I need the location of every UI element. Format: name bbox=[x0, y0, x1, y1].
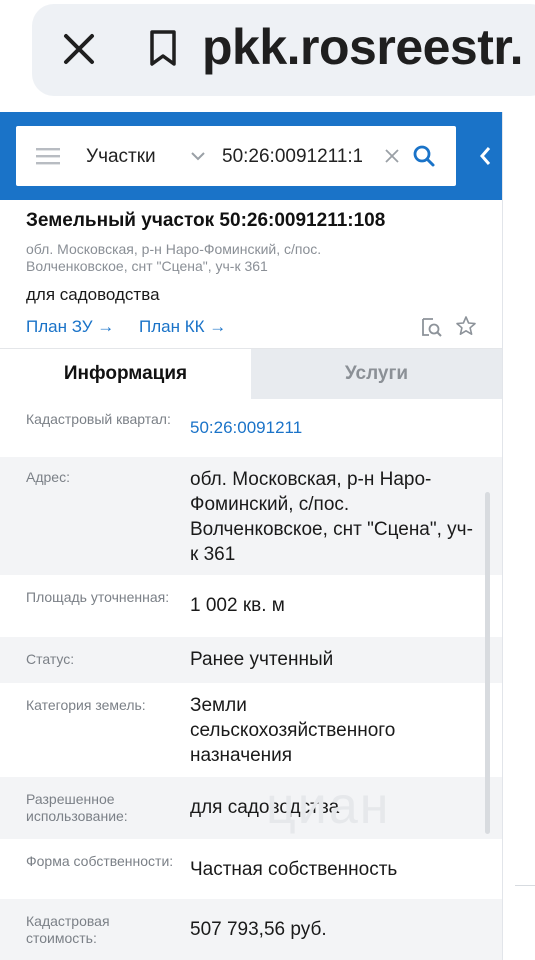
row-cadastral-quarter: Кадастровый квартал: 50:26:0091211 bbox=[0, 399, 502, 457]
bookmark-icon[interactable] bbox=[146, 28, 180, 68]
search-bar: Участки 50:26:0091211:108 bbox=[16, 126, 456, 186]
info-panel: Участки 50:26:0091211:108 Земельный учас… bbox=[0, 112, 502, 960]
row-value: 507 793,56 руб. bbox=[190, 919, 327, 940]
tab-services[interactable]: Услуги bbox=[251, 349, 502, 399]
row-label: Кадастровый квартал: bbox=[26, 411, 171, 427]
row-value: Земли сельскохозяйственного назначения bbox=[190, 695, 396, 766]
row-ownership: Форма собственности: Частная собственнос… bbox=[0, 839, 502, 899]
row-value: Ранее учтенный bbox=[190, 649, 334, 670]
watermark: циан bbox=[266, 777, 391, 835]
search-icon[interactable] bbox=[412, 144, 436, 168]
row-cadastral-value: Кадастровая стоимость: 507 793,56 руб. bbox=[0, 899, 502, 960]
parcel-address: обл. Московская, р-н Наро-Фоминский, с/п… bbox=[26, 241, 322, 274]
row-label: Разрешенное использование: bbox=[26, 791, 128, 824]
row-label: Площадь уточненная: bbox=[26, 589, 170, 605]
search-header: Участки 50:26:0091211:108 bbox=[0, 112, 502, 200]
plan-zu-link[interactable]: План ЗУ → bbox=[26, 317, 114, 337]
tab-information[interactable]: Информация bbox=[0, 349, 251, 399]
search-input[interactable]: 50:26:0091211:108 bbox=[222, 146, 362, 168]
parcel-use: для садоводства bbox=[26, 285, 160, 304]
row-label: Категория земель: bbox=[26, 697, 146, 713]
row-permitted-use: Разрешенное использование: для садоводст… bbox=[0, 777, 502, 839]
divider bbox=[515, 885, 535, 886]
row-address: Адрес: обл. Московская, р-н Наро-Фоминск… bbox=[0, 457, 502, 575]
page-background-edge bbox=[502, 112, 535, 960]
row-label: Форма собственности: bbox=[26, 853, 174, 869]
close-icon[interactable] bbox=[60, 30, 98, 68]
plan-kk-link[interactable]: План КК → bbox=[139, 317, 226, 337]
row-value: 1 002 кв. м bbox=[190, 595, 285, 616]
row-value: обл. Московская, р-н Наро-Фоминский, с/п… bbox=[190, 469, 473, 565]
chevron-left-icon[interactable] bbox=[476, 142, 496, 170]
browser-toolbar: pkk.rosreestr. bbox=[0, 0, 535, 112]
row-value: Частная собственность bbox=[190, 859, 398, 880]
search-type-select[interactable]: Участки bbox=[86, 146, 156, 168]
row-label: Кадастровая стоимость: bbox=[26, 913, 110, 946]
cadastral-quarter-link[interactable]: 50:26:0091211 bbox=[190, 415, 480, 440]
url-text[interactable]: pkk.rosreestr. bbox=[202, 18, 523, 76]
hamburger-icon[interactable] bbox=[36, 146, 60, 166]
scrollbar[interactable] bbox=[485, 492, 490, 834]
parcel-title: Земельный участок 50:26:0091211:108 bbox=[26, 210, 386, 231]
preview-icon[interactable] bbox=[420, 316, 442, 338]
chevron-down-icon[interactable] bbox=[190, 150, 206, 162]
clear-icon[interactable] bbox=[384, 148, 400, 164]
row-label: Статус: bbox=[26, 651, 75, 667]
row-status: Статус: Ранее учтенный bbox=[0, 637, 502, 683]
row-label: Адрес: bbox=[26, 469, 70, 485]
row-land-category: Категория земель: Земли сельскохозяйстве… bbox=[0, 683, 502, 777]
row-area: Площадь уточненная: 1 002 кв. м bbox=[0, 575, 502, 637]
address-bar[interactable]: pkk.rosreestr. bbox=[32, 4, 535, 96]
star-icon[interactable] bbox=[455, 315, 477, 337]
